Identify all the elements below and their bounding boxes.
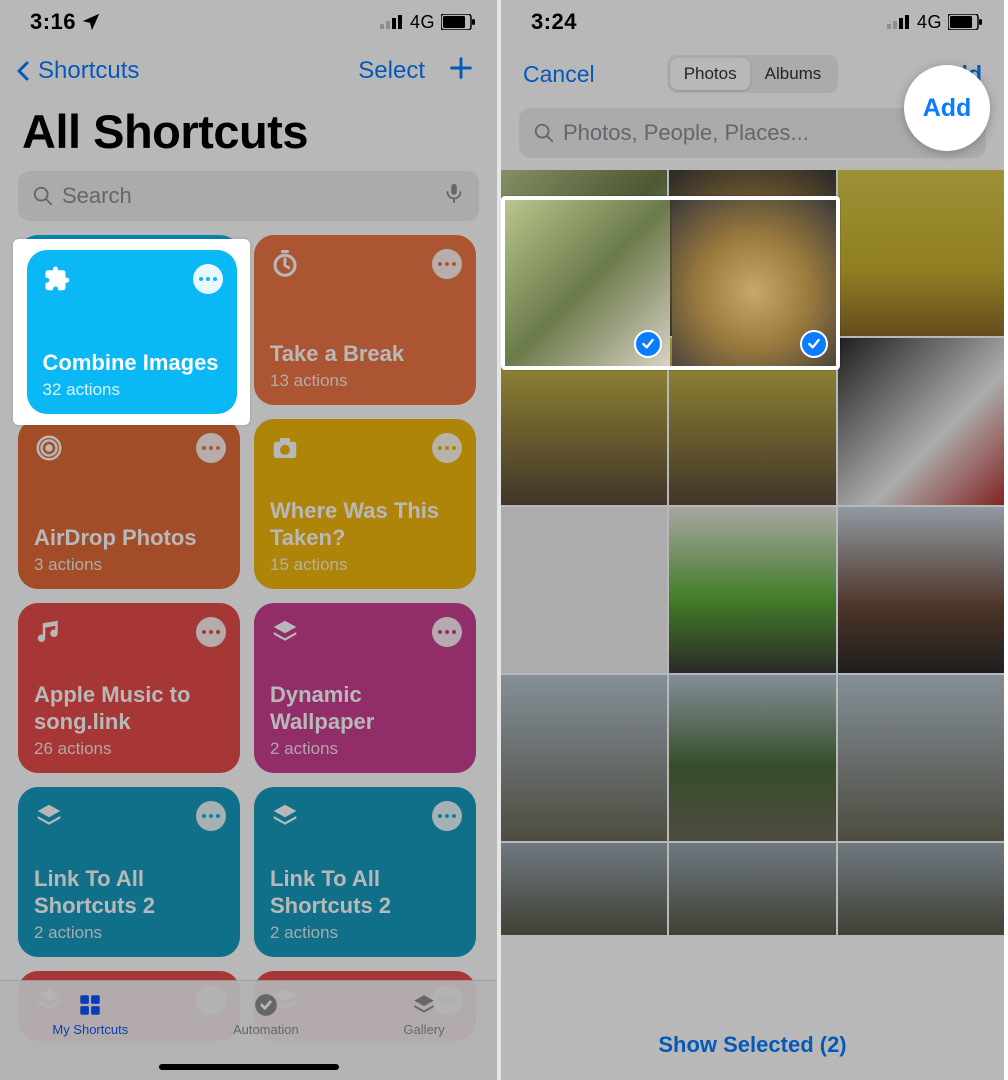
gallery-icon	[409, 991, 439, 1019]
segmented-control: Photos Albums	[667, 55, 839, 93]
shortcut-card-combine-images-highlight[interactable]: Combine Images 32 actions	[27, 250, 237, 414]
photo-grid	[501, 170, 1004, 935]
search-input[interactable]: Search	[18, 171, 479, 221]
cancel-button[interactable]: Cancel	[523, 61, 595, 88]
card-title: AirDrop Photos	[34, 525, 224, 551]
photo-thumbnail[interactable]	[501, 675, 667, 841]
shortcut-card-link-to-all-1[interactable]: Link To All Shortcuts 2 2 actions	[18, 787, 240, 957]
signal-icon	[887, 15, 911, 29]
page-title: All Shortcuts	[0, 98, 497, 171]
tab-label: Automation	[233, 1022, 299, 1037]
photo-thumbnail[interactable]	[838, 843, 1004, 934]
add-label: Add	[923, 94, 972, 123]
location-icon	[80, 11, 102, 33]
add-shortcut-button[interactable]	[447, 53, 475, 90]
more-icon[interactable]	[432, 433, 462, 463]
photo-thumbnail[interactable]	[501, 170, 667, 336]
photo-thumbnail[interactable]	[669, 507, 835, 673]
search-icon	[32, 185, 54, 207]
tab-label: Gallery	[403, 1022, 444, 1037]
shortcut-card-airdrop-photos[interactable]: AirDrop Photos 3 actions	[18, 419, 240, 589]
photo-thumbnail[interactable]	[669, 675, 835, 841]
signal-icon	[380, 15, 404, 29]
network-label: 4G	[410, 12, 435, 33]
card-sub: 2 actions	[270, 923, 460, 943]
status-bar: 3:24 4G	[501, 0, 1004, 44]
nav-row: Shortcuts Select	[0, 44, 497, 98]
card-title: Take a Break	[270, 341, 460, 367]
search-icon	[533, 122, 555, 144]
automation-icon	[251, 991, 281, 1019]
photo-thumbnail[interactable]	[838, 675, 1004, 841]
tab-label: My Shortcuts	[52, 1022, 128, 1037]
photo-thumbnail[interactable]	[669, 843, 835, 934]
select-button[interactable]: Select	[358, 57, 425, 85]
shortcut-card-dynamic-wallpaper[interactable]: Dynamic Wallpaper 2 actions	[254, 603, 476, 773]
home-indicator[interactable]	[159, 1064, 339, 1070]
photo-thumbnail[interactable]	[838, 170, 1004, 336]
check-icon	[800, 300, 828, 328]
segment-albums[interactable]: Albums	[751, 58, 836, 90]
highlight-add-button[interactable]: Add	[904, 65, 990, 151]
tab-bar: My Shortcuts Automation Gallery	[0, 980, 497, 1080]
more-icon[interactable]	[193, 264, 223, 294]
photo-thumbnail[interactable]	[501, 507, 667, 673]
card-sub: 2 actions	[270, 739, 460, 759]
battery-icon	[441, 14, 475, 30]
mic-icon[interactable]	[443, 182, 465, 210]
more-icon[interactable]	[432, 249, 462, 279]
card-sub: 26 actions	[34, 739, 224, 759]
shortcut-card-take-a-break[interactable]: Take a Break 13 actions	[254, 235, 476, 405]
grid-icon	[75, 991, 105, 1019]
more-icon[interactable]	[196, 433, 226, 463]
card-sub: 2 actions	[34, 923, 224, 943]
photo-thumbnail[interactable]	[501, 338, 667, 504]
card-title: Link To All Shortcuts 2	[270, 866, 460, 919]
card-title: Dynamic Wallpaper	[270, 682, 460, 735]
card-sub: 15 actions	[270, 555, 460, 575]
check-icon	[631, 300, 659, 328]
tab-automation[interactable]: Automation	[233, 991, 299, 1037]
more-icon[interactable]	[432, 801, 462, 831]
card-title: Apple Music to song.link	[34, 682, 224, 735]
search-placeholder: Photos, People, Places...	[563, 120, 809, 146]
status-time: 3:16	[30, 9, 76, 35]
photo-thumbnail[interactable]	[669, 170, 835, 336]
more-icon[interactable]	[432, 617, 462, 647]
back-button[interactable]: Shortcuts	[12, 57, 139, 85]
photo-thumbnail[interactable]	[669, 338, 835, 504]
search-placeholder: Search	[62, 183, 132, 209]
more-icon[interactable]	[196, 617, 226, 647]
tab-my-shortcuts[interactable]: My Shortcuts	[52, 991, 128, 1037]
back-label: Shortcuts	[38, 57, 139, 85]
status-bar: 3:16 4G	[0, 0, 497, 44]
photo-thumbnail[interactable]	[838, 338, 1004, 504]
shortcut-card-link-to-all-2[interactable]: Link To All Shortcuts 2 2 actions	[254, 787, 476, 957]
card-title: Link To All Shortcuts 2	[34, 866, 224, 919]
status-time: 3:24	[531, 9, 577, 35]
card-sub: 32 actions	[43, 380, 221, 400]
segment-photos[interactable]: Photos	[670, 58, 751, 90]
show-selected-button[interactable]: Show Selected (2)	[501, 1010, 1004, 1080]
battery-icon	[948, 14, 982, 30]
tab-gallery[interactable]: Gallery	[403, 991, 444, 1037]
highlight-combine-images: Combine Images 32 actions	[13, 239, 250, 425]
photo-thumbnail[interactable]	[838, 507, 1004, 673]
card-sub: 3 actions	[34, 555, 224, 575]
more-icon[interactable]	[196, 801, 226, 831]
shortcut-card-where-was-this[interactable]: Where Was This Taken? 15 actions	[254, 419, 476, 589]
photo-thumbnail[interactable]	[501, 843, 667, 934]
shortcut-card-apple-music[interactable]: Apple Music to song.link 26 actions	[18, 603, 240, 773]
card-title: Where Was This Taken?	[270, 498, 460, 551]
card-title: Combine Images	[43, 350, 221, 376]
network-label: 4G	[917, 12, 942, 33]
card-sub: 13 actions	[270, 371, 460, 391]
